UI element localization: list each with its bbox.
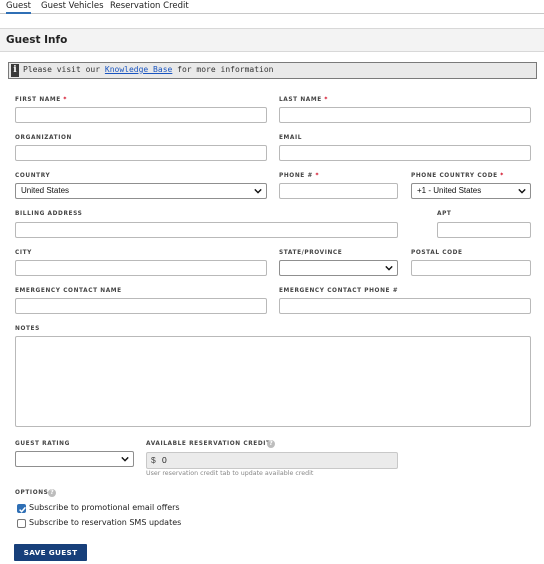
emergency-contact-phone-input[interactable]	[279, 298, 531, 314]
chevron-down-icon	[254, 188, 262, 194]
country-label: COUNTRY	[15, 173, 51, 179]
phone-country-code-select[interactable]: +1 - United States	[411, 183, 531, 199]
emergency-contact-name-label: EMERGENCY CONTACT NAME	[15, 288, 122, 294]
state-label: STATE/PROVINCE	[279, 250, 343, 256]
info-prefix: Please visit our	[23, 65, 101, 74]
country-select[interactable]: United States	[15, 183, 267, 199]
postal-code-label: POSTAL CODE	[411, 250, 463, 256]
tab-guest[interactable]: Guest	[6, 1, 31, 14]
last-name-label: LAST NAME *	[279, 97, 329, 103]
save-guest-button[interactable]: SAVE GUEST	[14, 544, 87, 561]
help-icon[interactable]: ?	[267, 440, 275, 448]
promotional-email-checkbox[interactable]	[17, 504, 26, 513]
emergency-contact-phone-label: EMERGENCY CONTACT PHONE #	[279, 288, 399, 294]
knowledge-base-link[interactable]: Knowledge Base	[105, 65, 172, 74]
info-text: Please visit our Knowledge Base for more…	[23, 65, 273, 74]
first-name-input[interactable]	[15, 107, 267, 123]
organization-label: ORGANIZATION	[15, 135, 72, 141]
email-label: EMAIL	[279, 135, 303, 141]
info-suffix: for more information	[177, 65, 274, 74]
phone-country-code-value: +1 - United States	[417, 186, 482, 195]
available-credit-label: AVAILABLE RESERVATION CREDIT	[146, 441, 271, 447]
apt-input[interactable]	[437, 222, 531, 238]
tab-guest-vehicles[interactable]: Guest Vehicles	[41, 1, 104, 11]
phone-input[interactable]	[279, 183, 398, 199]
country-value: United States	[21, 186, 70, 195]
help-icon[interactable]: ?	[48, 489, 56, 497]
billing-address-label: BILLING ADDRESS	[15, 211, 83, 217]
state-select[interactable]	[279, 260, 398, 276]
tab-bar: Guest Guest Vehicles Reservation Credit	[0, 0, 544, 14]
sms-updates-label: Subscribe to reservation SMS updates	[29, 518, 182, 527]
options-label: OPTIONS	[15, 490, 49, 496]
chevron-down-icon	[121, 456, 129, 462]
section-title: Guest Info	[6, 34, 68, 46]
apt-label: APT	[437, 211, 452, 217]
required-marker: *	[500, 173, 504, 179]
phone-label: PHONE # *	[279, 173, 320, 179]
city-input[interactable]	[15, 260, 267, 276]
last-name-input[interactable]	[279, 107, 531, 123]
promotional-email-label: Subscribe to promotional email offers	[29, 503, 180, 512]
first-name-label: FIRST NAME *	[15, 97, 68, 103]
city-label: CITY	[15, 250, 32, 256]
info-banner: i Please visit our Knowledge Base for mo…	[8, 62, 537, 79]
available-credit-value: 0	[162, 455, 167, 465]
email-input[interactable]	[279, 145, 531, 161]
available-credit-field: $ 0	[146, 452, 398, 469]
phone-country-code-label: PHONE COUNTRY CODE *	[411, 173, 504, 179]
section-header: Guest Info	[0, 28, 544, 52]
notes-textarea[interactable]	[15, 336, 531, 427]
organization-input[interactable]	[15, 145, 267, 161]
info-icon: i	[11, 64, 19, 77]
postal-code-input[interactable]	[411, 260, 531, 276]
required-marker: *	[63, 97, 68, 103]
chevron-down-icon	[385, 265, 393, 271]
required-marker: *	[324, 97, 329, 103]
currency-prefix: $	[151, 455, 156, 465]
billing-address-input[interactable]	[15, 222, 398, 238]
emergency-contact-name-input[interactable]	[15, 298, 267, 314]
checkmark-icon	[19, 506, 26, 513]
sms-updates-checkbox[interactable]	[17, 519, 26, 528]
chevron-down-icon	[518, 188, 526, 194]
tab-reservation-credit[interactable]: Reservation Credit	[110, 1, 189, 11]
guest-rating-select[interactable]	[15, 451, 134, 467]
available-credit-help-text: User reservation credit tab to update av…	[146, 470, 314, 477]
guest-rating-label: GUEST RATING	[15, 441, 70, 447]
required-marker: *	[315, 173, 320, 179]
notes-label: NOTES	[15, 326, 40, 332]
